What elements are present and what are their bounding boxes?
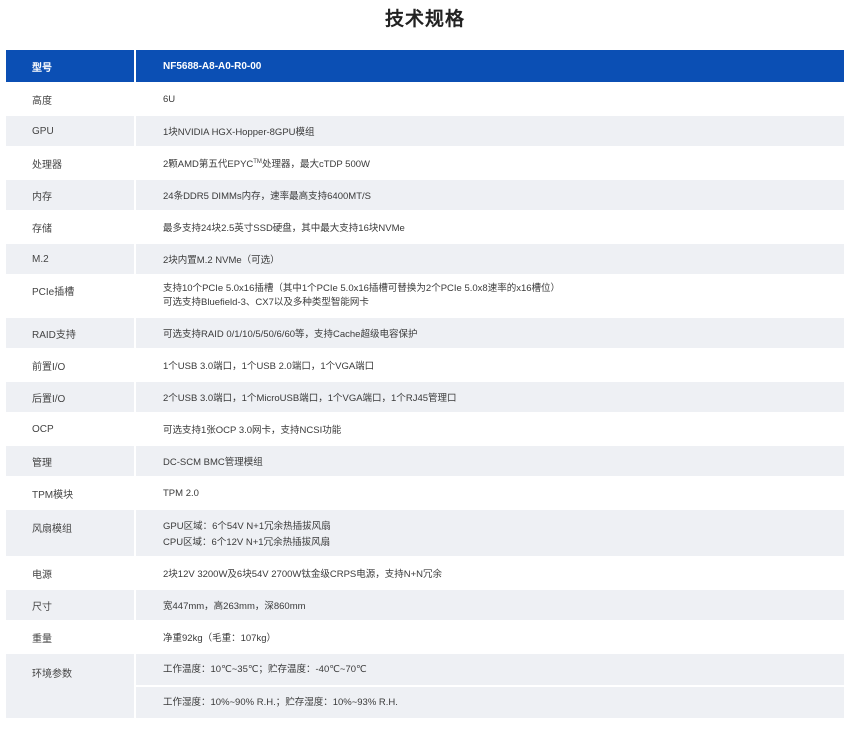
table-row: 管理 DC-SCM BMC管理模组 [6, 446, 844, 476]
row-value: 可选支持1张OCP 3.0网卡，支持NCSI功能 [163, 425, 342, 436]
row-value: 支持10个PCIe 5.0x16插槽（其中1个PCIe 5.0x16插槽可替换为… [163, 283, 561, 294]
row-key: 内存 [6, 180, 134, 210]
table-row: 处理器 2颗AMD第五代EPYCTM处理器，最大cTDP 500W [6, 148, 844, 178]
row-key: 电源 [6, 558, 134, 588]
row-value: 6U [163, 93, 176, 105]
row-value: 工作温度：10℃~35℃；贮存温度：-40℃~70℃ [136, 654, 844, 685]
table-row: 存储 最多支持24块2.5英寸SSD硬盘，其中最大支持16块NVMe [6, 212, 844, 242]
table-row: 重量 净重92kg（毛重：107kg） [6, 622, 844, 652]
row-value: 1个USB 3.0端口，1个USB 2.0端口，1个VGA端口 [163, 361, 375, 372]
row-key: TPM模块 [6, 478, 134, 508]
row-key: M.2 [6, 244, 134, 274]
table-header-row: 型号 NF5688-A8-A0-R0-00 [6, 50, 844, 82]
row-key: OCP [6, 414, 134, 444]
row-key: PCIe插槽 [6, 276, 134, 316]
table-row: 前置I/O 1个USB 3.0端口，1个USB 2.0端口，1个VGA端口 [6, 350, 844, 380]
table-row: 内存 24条DDR5 DIMMs内存，速率最高支持6400MT/S [6, 180, 844, 210]
row-value: 2个USB 3.0端口，1个MicroUSB端口，1个VGA端口，1个RJ45管… [163, 393, 457, 404]
row-key: 风扇模组 [6, 510, 134, 556]
row-value: 24条DDR5 DIMMs内存，速率最高支持6400MT/S [163, 191, 371, 202]
row-key: RAID支持 [6, 318, 134, 348]
table-row: TPM模块 TPM 2.0 [6, 478, 844, 508]
row-key: GPU [6, 116, 134, 146]
table-row: 高度 6U [6, 84, 844, 114]
row-value: 最多支持24块2.5英寸SSD硬盘，其中最大支持16块NVMe [163, 223, 405, 234]
row-value: 可选支持RAID 0/1/10/5/50/6/60等，支持Cache超级电容保护 [163, 329, 418, 340]
table-row: 后置I/O 2个USB 3.0端口，1个MicroUSB端口，1个VGA端口，1… [6, 382, 844, 412]
row-value: 2块内置M.2 NVMe（可选） [163, 255, 280, 266]
row-key: 重量 [6, 622, 134, 652]
row-key: 环境参数 [6, 654, 134, 718]
row-key: 高度 [6, 84, 134, 114]
row-key: 处理器 [6, 148, 134, 178]
row-key: 前置I/O [6, 350, 134, 380]
row-value: CPU区域：6个12V N+1冗余热插拔风扇 [163, 537, 331, 548]
table-row: RAID支持 可选支持RAID 0/1/10/5/50/6/60等，支持Cach… [6, 318, 844, 348]
table-row: 环境参数 工作温度：10℃~35℃；贮存温度：-40℃~70℃ 工作湿度：10%… [6, 654, 844, 718]
row-value: TPM 2.0 [163, 487, 199, 499]
table-row: OCP 可选支持1张OCP 3.0网卡，支持NCSI功能 [6, 414, 844, 444]
page-title: 技术规格 [384, 9, 465, 30]
table-row: PCIe插槽 支持10个PCIe 5.0x16插槽（其中1个PCIe 5.0x1… [6, 276, 844, 316]
header-key: 型号 [6, 50, 134, 82]
table-row: 电源 2块12V 3200W及6块54V 2700W钛金级CRPS电源，支持N+… [6, 558, 844, 588]
row-value: 2颗AMD第五代EPYCTM处理器，最大cTDP 500W [163, 158, 370, 170]
spec-table: 型号 NF5688-A8-A0-R0-00 高度 6U GPU 1块NVIDIA… [6, 50, 844, 720]
row-key: 管理 [6, 446, 134, 476]
table-row: GPU 1块NVIDIA HGX-Hopper-8GPU模组 [6, 116, 844, 146]
table-row: 尺寸 宽447mm，高263mm，深860mm [6, 590, 844, 620]
row-value: 工作湿度：10%~90% R.H.；贮存湿度：10%~93% R.H. [136, 687, 844, 718]
row-value: 宽447mm，高263mm，深860mm [163, 601, 306, 612]
row-value: GPU区域：6个54V N+1冗余热插拔风扇 [163, 521, 331, 532]
row-value: DC-SCM BMC管理模组 [163, 457, 263, 468]
row-value: 可选支持Bluefield-3、CX7以及多种类型智能网卡 [163, 297, 369, 308]
table-row: M.2 2块内置M.2 NVMe（可选） [6, 244, 844, 274]
row-key: 后置I/O [6, 382, 134, 412]
row-key: 尺寸 [6, 590, 134, 620]
row-value: 1块NVIDIA HGX-Hopper-8GPU模组 [163, 127, 315, 138]
header-value: NF5688-A8-A0-R0-00 [136, 50, 844, 82]
row-value: 净重92kg（毛重：107kg） [163, 633, 276, 644]
row-key: 存储 [6, 212, 134, 242]
row-value: 2块12V 3200W及6块54V 2700W钛金级CRPS电源，支持N+N冗余 [163, 569, 443, 580]
table-row: 风扇模组 GPU区域：6个54V N+1冗余热插拔风扇 CPU区域：6个12V … [6, 510, 844, 556]
